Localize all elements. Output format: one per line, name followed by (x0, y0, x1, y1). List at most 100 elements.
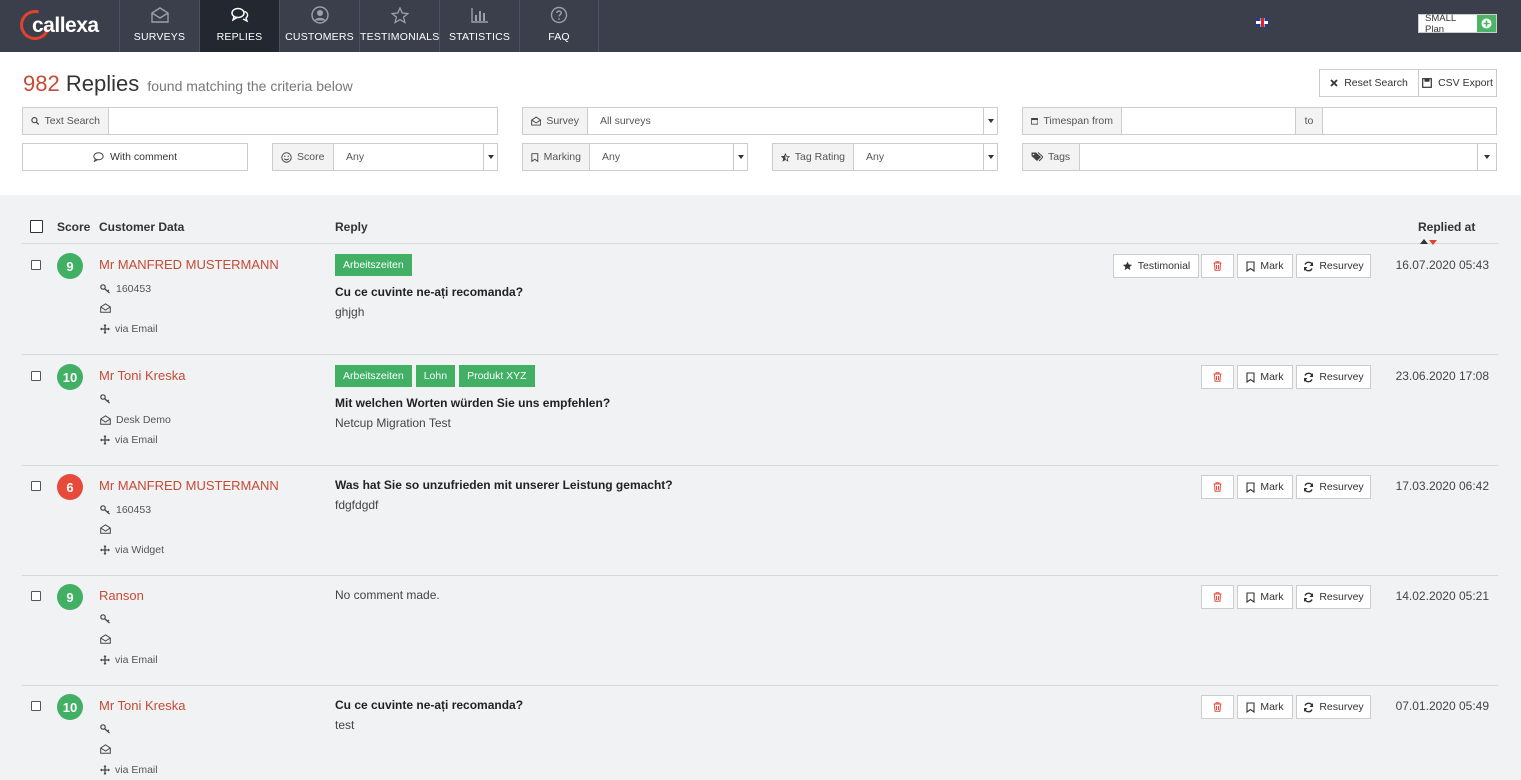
table-row[interactable]: 10 Mr Toni Kreska Desk Demo via Email Ar… (22, 355, 1498, 466)
customer-name-link[interactable]: Ranson (99, 588, 144, 603)
channel: via Email (115, 654, 158, 666)
page-title: 982 Replies found matching the criteria … (23, 71, 353, 97)
tag-rating-addon: Tag Rating (773, 144, 854, 170)
delete-button[interactable] (1201, 365, 1234, 389)
delete-button[interactable] (1201, 475, 1234, 499)
customer-name-link[interactable]: Mr MANFRED MUSTERMANN (99, 257, 279, 272)
customer-id: 160453 (116, 283, 152, 295)
marking-select[interactable]: Any (590, 144, 733, 170)
channel: via Email (115, 764, 158, 776)
select-all-checkbox[interactable] (30, 220, 43, 233)
text-search-group: Text Search (22, 107, 498, 135)
nav-customers[interactable]: CUSTOMERS (279, 0, 359, 52)
resurvey-button[interactable]: Resurvey (1296, 585, 1371, 609)
customer-name-link[interactable]: Mr Toni Kreska (99, 368, 185, 383)
nav-testimonials[interactable]: TESTIMONIALS (359, 0, 439, 52)
tags-select[interactable] (1080, 144, 1477, 170)
delete-button[interactable] (1201, 695, 1234, 719)
mark-button[interactable]: Mark (1237, 695, 1293, 719)
mark-button[interactable]: Mark (1237, 254, 1293, 278)
delete-button[interactable] (1201, 585, 1234, 609)
resurvey-button[interactable]: Resurvey (1296, 254, 1371, 278)
row-checkbox[interactable] (31, 591, 41, 601)
nav-statistics[interactable]: STATISTICS (439, 0, 519, 52)
nav-surveys[interactable]: SURVEYS (119, 0, 199, 52)
score-dropdown-icon[interactable] (483, 144, 497, 170)
crosshairs-icon (100, 655, 110, 665)
resurvey-button[interactable]: Resurvey (1296, 695, 1371, 719)
envelope-open-icon (531, 116, 542, 126)
customer-company-line (100, 744, 116, 754)
nav-label: STATISTICS (448, 31, 511, 43)
tags-select-group: Tags (1022, 143, 1497, 171)
envelope-open-icon (100, 744, 111, 754)
with-comment-toggle[interactable]: With comment (22, 143, 248, 171)
tag-badge: Arbeitszeiten (335, 254, 412, 276)
tag-badge: Produkt XYZ (459, 365, 535, 387)
header-replied-at-label: Replied at (1418, 220, 1476, 234)
customer-name-link[interactable]: Mr Toni Kreska (99, 698, 185, 713)
bookmark-icon (1246, 371, 1255, 383)
reply-tags: Arbeitszeiten (335, 254, 412, 276)
header-reply[interactable]: Reply (335, 220, 368, 234)
resurvey-button[interactable]: Resurvey (1296, 475, 1371, 499)
timespan-to-label: to (1295, 108, 1323, 134)
crosshairs-icon (100, 324, 110, 334)
reply-count: 982 (23, 71, 60, 96)
main-nav: SURVEYS REPLIES CUSTOMERS TESTIMONIALS S… (119, 0, 599, 52)
score-select[interactable]: Any (334, 144, 483, 170)
replied-at-date: 14.02.2020 05:21 (1395, 589, 1489, 603)
customer-id-line: 160453 (100, 504, 151, 516)
marking-dropdown-icon[interactable] (733, 144, 747, 170)
survey-dropdown-icon[interactable] (983, 108, 997, 134)
text-search-label: Text Search (44, 115, 100, 127)
resurvey-label: Resurvey (1319, 481, 1364, 493)
key-icon (100, 284, 110, 294)
replies-table: Score Customer Data Reply Replied at 9 M… (22, 210, 1498, 780)
mark-button[interactable]: Mark (1237, 585, 1293, 609)
plan-label: SMALL Plan (1425, 12, 1456, 35)
header-score[interactable]: Score (57, 220, 90, 234)
comments-icon (230, 7, 248, 23)
uk-flag-icon[interactable] (1256, 18, 1268, 27)
table-row[interactable]: 10 Mr Toni Kreska via Email Cu ce cuvint… (22, 685, 1498, 780)
search-icon (31, 117, 40, 125)
tag-rating-select[interactable]: Any (854, 144, 983, 170)
channel: via Email (115, 323, 158, 335)
delete-button[interactable] (1201, 254, 1234, 278)
callexa-logo[interactable]: callexa (14, 4, 110, 46)
row-checkbox[interactable] (31, 701, 41, 711)
channel-line: via Widget (100, 544, 164, 556)
mark-button[interactable]: Mark (1237, 475, 1293, 499)
customer-name-link[interactable]: Mr MANFRED MUSTERMANN (99, 478, 279, 493)
customer-company-line (100, 303, 116, 313)
table-row[interactable]: 6 Mr MANFRED MUSTERMANN 160453 via Widge… (22, 465, 1498, 576)
nav-faq[interactable]: FAQ (519, 0, 599, 52)
table-row[interactable]: 9 Ranson via Email No comment made. Mark… (22, 575, 1498, 686)
reset-search-button[interactable]: Reset Search (1319, 69, 1419, 97)
table-row[interactable]: 9 Mr MANFRED MUSTERMANN 160453 via Email… (22, 244, 1498, 355)
row-checkbox[interactable] (31, 371, 41, 381)
text-search-input[interactable] (109, 108, 497, 134)
tag-rating-dropdown-icon[interactable] (983, 144, 997, 170)
csv-export-button[interactable]: CSV Export (1418, 69, 1497, 97)
channel: via Email (115, 434, 158, 446)
plan-badge[interactable]: SMALL Plan (1418, 12, 1497, 35)
tags-icon (1031, 152, 1043, 162)
survey-select[interactable]: All surveys (588, 108, 983, 134)
mark-label: Mark (1260, 701, 1284, 713)
timespan-from-input[interactable] (1122, 108, 1295, 134)
nav-replies[interactable]: REPLIES (199, 0, 279, 52)
testimonial-button[interactable]: Testimonial (1113, 254, 1199, 278)
resurvey-button[interactable]: Resurvey (1296, 365, 1371, 389)
customer-company-line (100, 524, 116, 534)
upgrade-plus-icon[interactable] (1477, 15, 1496, 32)
channel-line: via Email (100, 654, 158, 666)
row-checkbox[interactable] (31, 481, 41, 491)
timespan-to-input[interactable] (1323, 108, 1496, 134)
row-checkbox[interactable] (31, 260, 41, 270)
survey-label: Survey (546, 115, 579, 127)
tags-dropdown-icon[interactable] (1477, 144, 1496, 170)
header-customer-data[interactable]: Customer Data (99, 220, 184, 234)
mark-button[interactable]: Mark (1237, 365, 1293, 389)
